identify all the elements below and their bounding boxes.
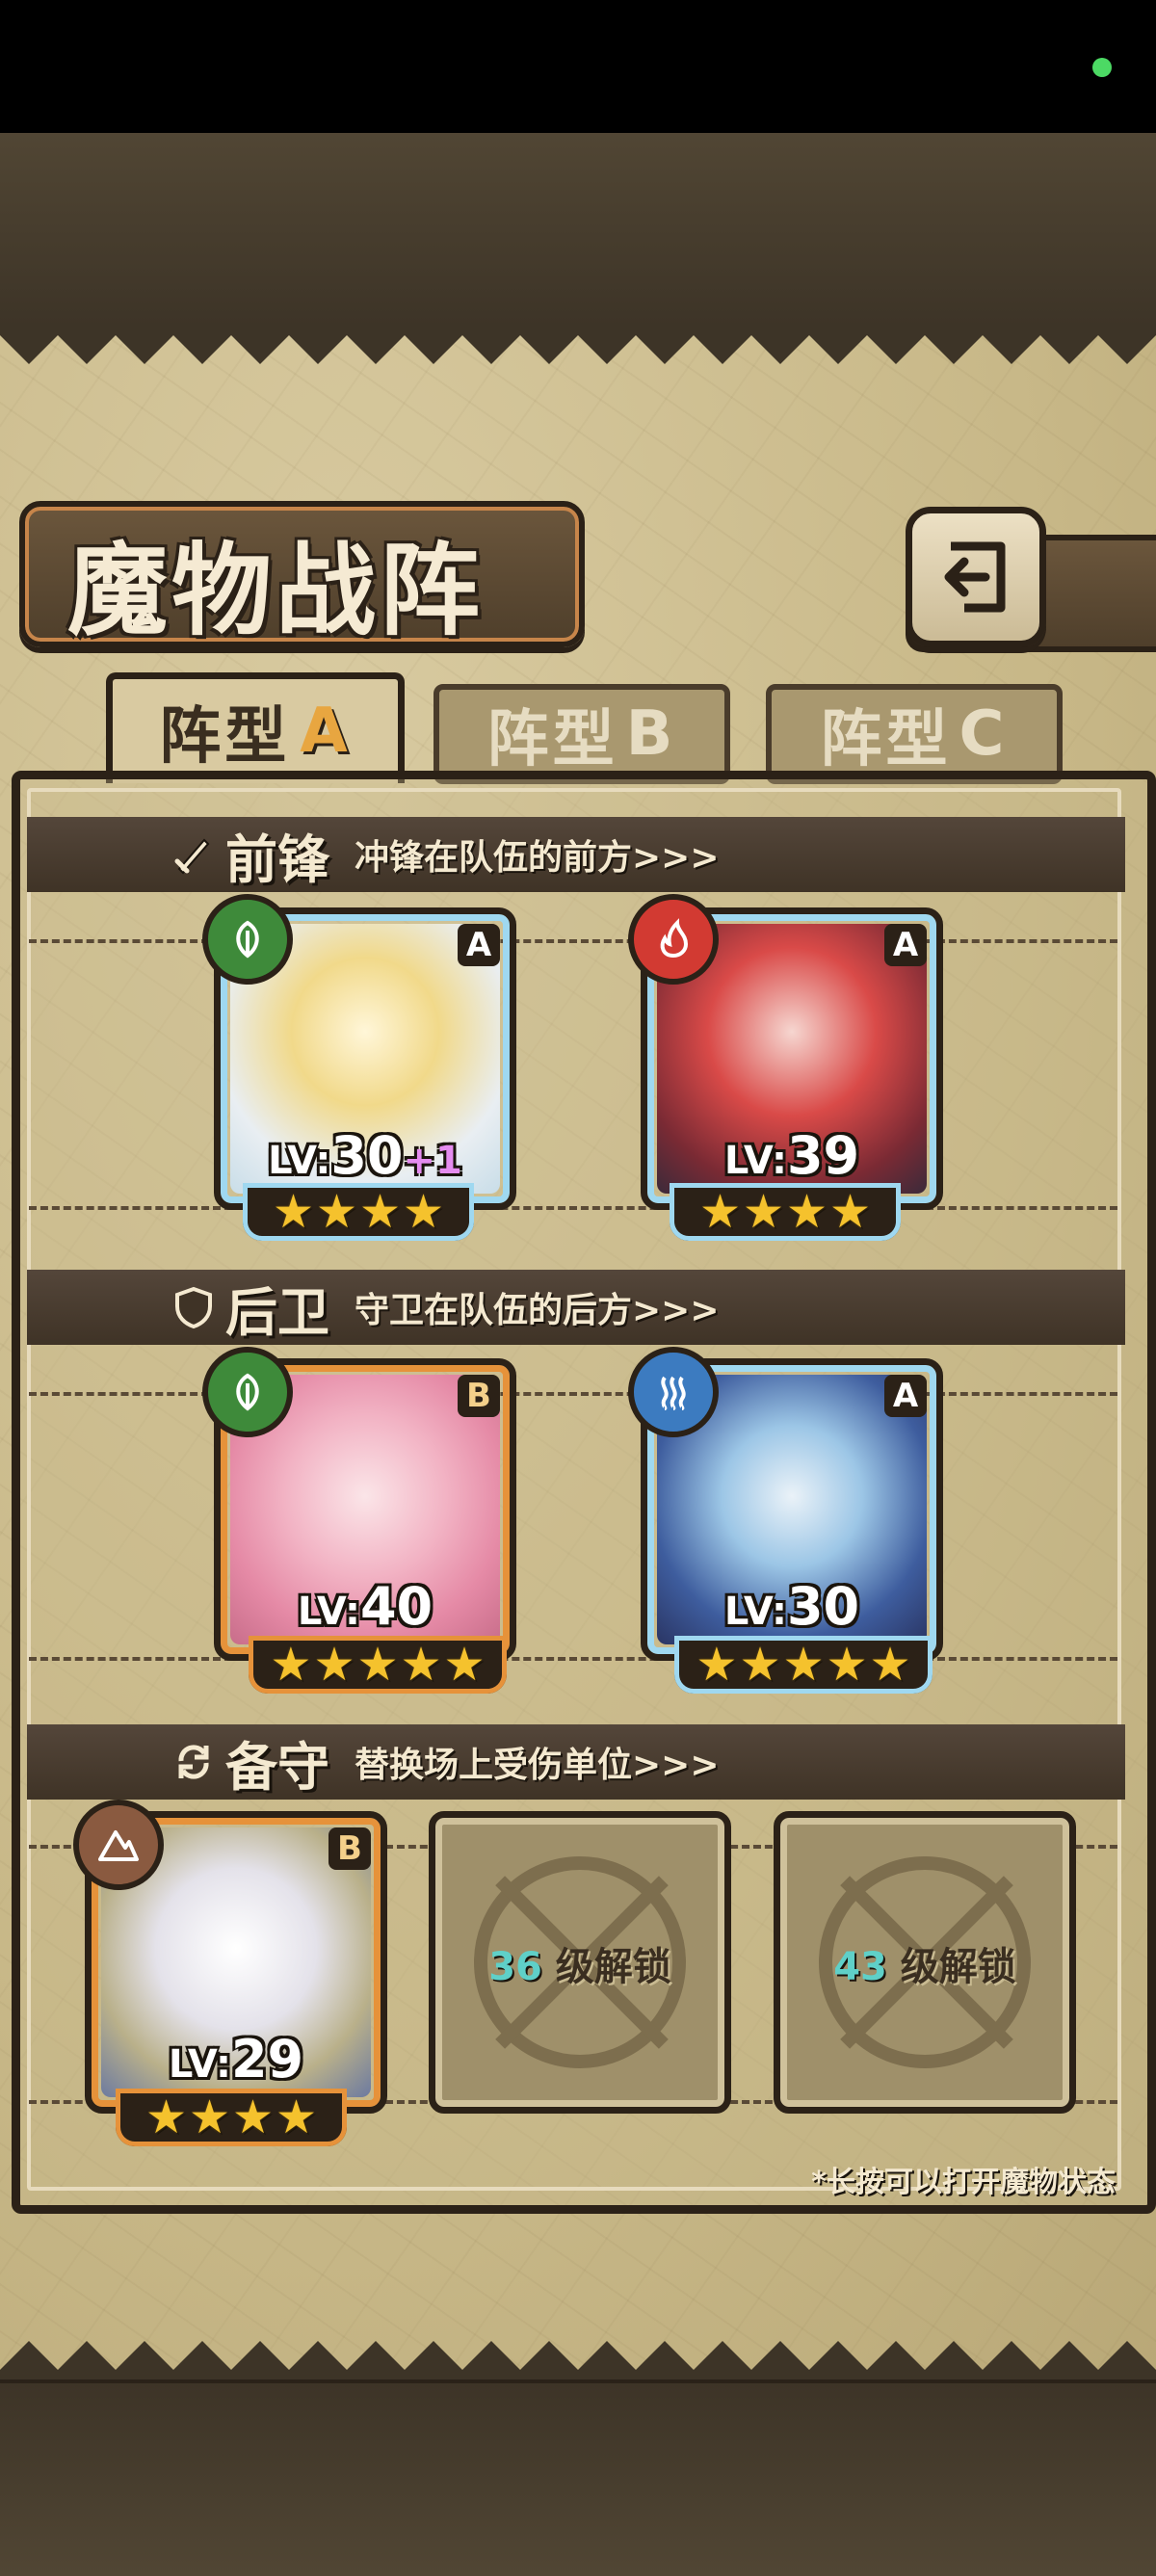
section-front-label: 前锋 冲锋在队伍的前方>>> bbox=[171, 817, 720, 893]
recording-indicator bbox=[1092, 58, 1112, 77]
section-rear-desc: 守卫在队伍的后方>>> bbox=[355, 1291, 720, 1330]
section-front-title: 前锋 bbox=[225, 828, 329, 890]
bottom-map-strip bbox=[0, 2379, 1156, 2576]
star-icon: ★ bbox=[782, 1638, 825, 1692]
section-reserve-label: 备守 替换场上受伤单位>>> bbox=[171, 1724, 720, 1801]
leaf-icon bbox=[236, 920, 259, 959]
star-icon: ★ bbox=[696, 1638, 738, 1692]
status-bar bbox=[0, 0, 1156, 133]
flame-icon bbox=[660, 918, 689, 959]
tab-letter: C bbox=[959, 698, 1009, 770]
star-icon: ★ bbox=[144, 2090, 187, 2144]
shield-icon bbox=[175, 1286, 212, 1329]
star-rating: ★ ★ ★ ★ bbox=[670, 1183, 901, 1241]
star-icon: ★ bbox=[356, 1638, 399, 1692]
star-icon: ★ bbox=[400, 1638, 442, 1692]
swap-icon bbox=[178, 1745, 209, 1779]
element-badge-nature bbox=[202, 894, 293, 985]
rank-badge: A bbox=[884, 1375, 927, 1417]
star-rating: ★ ★ ★ ★ ★ bbox=[674, 1636, 933, 1694]
tab-formation-c[interactable]: 阵型 C bbox=[766, 684, 1063, 784]
long-press-hint: *长按可以打开魔物状态 bbox=[811, 2166, 1116, 2199]
dashed-line bbox=[29, 939, 1117, 943]
star-icon: ★ bbox=[739, 1638, 781, 1692]
section-front-desc: 冲锋在队伍的前方>>> bbox=[355, 838, 720, 878]
tab-label: 阵型 bbox=[159, 701, 291, 773]
star-icon: ★ bbox=[698, 1185, 741, 1239]
tab-label: 阵型 bbox=[820, 704, 952, 775]
unit-level: LV:40 bbox=[297, 1576, 434, 1637]
locked-slot-1[interactable]: 36 级解锁 bbox=[429, 1811, 731, 2114]
top-map-strip bbox=[0, 133, 1156, 329]
star-icon: ★ bbox=[742, 1185, 784, 1239]
rank-badge: A bbox=[884, 924, 927, 966]
zigzag-edge-bottom bbox=[0, 2341, 1156, 2379]
sword-icon bbox=[174, 838, 210, 875]
element-badge-fire bbox=[628, 894, 719, 985]
rank-badge: B bbox=[328, 1827, 371, 1870]
unlock-requirement: 36 级解锁 bbox=[488, 1945, 671, 1989]
star-icon: ★ bbox=[232, 2090, 275, 2144]
star-rating: ★ ★ ★ ★ bbox=[116, 2089, 347, 2146]
star-icon: ★ bbox=[276, 2090, 318, 2144]
element-badge-water bbox=[628, 1347, 719, 1437]
star-icon: ★ bbox=[443, 1638, 486, 1692]
section-rear: 后卫 守卫在队伍的后方>>> bbox=[27, 1270, 1125, 1345]
rank-badge: A bbox=[458, 924, 500, 966]
locked-slot-2[interactable]: 43 级解锁 bbox=[774, 1811, 1076, 2114]
back-arrow-icon bbox=[944, 541, 1006, 613]
star-icon: ★ bbox=[315, 1185, 357, 1239]
dashed-line bbox=[29, 1392, 1117, 1396]
zigzag-edge-top bbox=[0, 326, 1156, 364]
star-rating: ★ ★ ★ ★ ★ bbox=[249, 1636, 507, 1694]
dashed-line bbox=[29, 1206, 1117, 1210]
star-icon: ★ bbox=[786, 1185, 828, 1239]
section-rear-label: 后卫 守卫在队伍的后方>>> bbox=[171, 1270, 720, 1346]
section-rear-title: 后卫 bbox=[225, 1281, 329, 1343]
section-reserve-desc: 替换场上受伤单位>>> bbox=[355, 1746, 720, 1785]
dashed-line bbox=[29, 1657, 1117, 1661]
section-reserve-title: 备守 bbox=[225, 1736, 329, 1798]
water-icon bbox=[661, 1376, 686, 1410]
element-badge-earth bbox=[73, 1800, 164, 1890]
star-icon: ★ bbox=[188, 2090, 230, 2144]
unit-level: LV:30+1 bbox=[268, 1125, 462, 1186]
star-icon: ★ bbox=[272, 1185, 314, 1239]
element-badge-nature bbox=[202, 1347, 293, 1437]
unlock-requirement: 43 级解锁 bbox=[833, 1945, 1016, 1989]
unit-level: LV:29 bbox=[168, 2029, 304, 2090]
leaf-icon bbox=[236, 1373, 259, 1411]
rank-badge: B bbox=[458, 1375, 500, 1417]
tab-formation-a[interactable]: 阵型 A bbox=[106, 672, 405, 783]
star-icon: ★ bbox=[869, 1638, 911, 1692]
back-button[interactable] bbox=[906, 507, 1046, 647]
star-icon: ★ bbox=[270, 1638, 312, 1692]
tab-label: 阵型 bbox=[486, 704, 618, 775]
star-icon: ★ bbox=[829, 1185, 872, 1239]
mountain-icon bbox=[98, 1830, 139, 1861]
star-icon: ★ bbox=[403, 1185, 445, 1239]
page-title: 魔物战阵 bbox=[67, 532, 485, 649]
tab-letter: A bbox=[300, 696, 352, 767]
unit-level: LV:30 bbox=[723, 1576, 860, 1637]
section-reserve: 备守 替换场上受伤单位>>> bbox=[27, 1724, 1125, 1800]
star-icon: ★ bbox=[359, 1185, 402, 1239]
star-icon: ★ bbox=[826, 1638, 868, 1692]
star-icon: ★ bbox=[313, 1638, 355, 1692]
section-front: 前锋 冲锋在队伍的前方>>> bbox=[27, 817, 1125, 892]
tab-formation-b[interactable]: 阵型 B bbox=[434, 684, 730, 784]
tab-letter: B bbox=[625, 698, 677, 770]
unit-level: LV:39 bbox=[723, 1125, 860, 1186]
star-rating: ★ ★ ★ ★ bbox=[243, 1183, 474, 1241]
